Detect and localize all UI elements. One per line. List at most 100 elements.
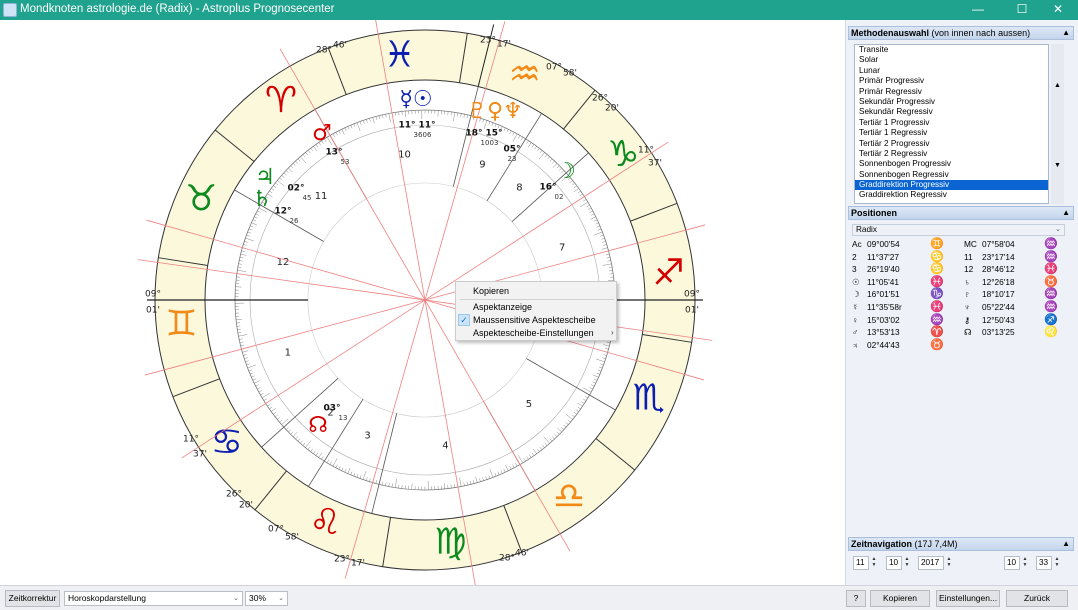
day-field[interactable]: 11	[853, 556, 869, 570]
year-field[interactable]: 2017	[918, 556, 944, 570]
cusp-minute-label: 46'	[515, 549, 529, 559]
position-value: 09°00'54	[867, 239, 900, 249]
einstellungen-button[interactable]: Einstellungen...	[936, 590, 1000, 607]
method-list-item[interactable]: Sonnenbogen Regressiv	[855, 170, 1048, 180]
kopieren-button[interactable]: Kopieren	[870, 590, 930, 607]
minute-field[interactable]: 33	[1036, 556, 1052, 570]
hour-field[interactable]: 10	[1004, 556, 1020, 570]
position-value: 16°01'51	[867, 289, 900, 300]
position-value: 12°50'43	[982, 314, 1015, 325]
position-label: ♆	[964, 302, 971, 312]
method-list-scrollbar[interactable]: ▲ ▼	[1051, 44, 1064, 204]
hour-spinner[interactable]: ▲ ▼	[1021, 556, 1029, 570]
menu-item-aspektescheibe-einstellungen[interactable]: Aspektescheibe-Einstellungen	[473, 328, 594, 338]
method-list-item[interactable]: Sekundär Progressiv	[855, 97, 1048, 107]
menu-item-aspektanzeige[interactable]: Aspektanzeige	[473, 302, 532, 312]
planet-icon: ☽	[556, 159, 576, 184]
planet-degree-label: 11°	[398, 121, 415, 131]
method-list-item[interactable]: Sonnenbogen Progressiv	[855, 159, 1048, 169]
close-button[interactable]: ✕	[1038, 0, 1078, 20]
planet-degree-label: 16°	[539, 183, 556, 193]
year-spinner[interactable]: ▲ ▼	[945, 556, 953, 570]
position-value: 07°58'04	[982, 239, 1015, 249]
day-spinner[interactable]: ▲ ▼	[870, 556, 878, 570]
cusp-degree-label: 28°	[316, 46, 332, 56]
zodiac-sign-icon: ♉	[185, 178, 217, 219]
method-list-item[interactable]: Graddirektion Regressiv	[855, 190, 1048, 200]
cusp-degree-label: 09°	[145, 290, 161, 300]
position-row: ♂ 13°53'13 ♈ ☊ 03°13'25 ♌	[850, 326, 1070, 339]
method-list-item[interactable]: Lunar	[855, 66, 1048, 76]
method-list-item[interactable]: Transite	[855, 45, 1048, 55]
cusp-degree-label: 11°	[638, 146, 654, 156]
planet-degree-label: 03°	[323, 404, 340, 414]
house-number: 11	[315, 191, 328, 202]
position-label: ☽	[852, 289, 860, 300]
position-label: ☊	[964, 327, 972, 338]
planet-degree-label: 12°	[274, 207, 291, 217]
house-number: 7	[559, 242, 565, 253]
status-bar: Zeitkorrektur Horoskopdarstellung ⌄ 30% …	[0, 585, 1078, 610]
position-label: ☿	[852, 302, 859, 312]
zodiac-sign-icon: ♒	[509, 54, 541, 95]
horoscope-chart-area[interactable]: ♓♒♑♐♏♎♍♌♋♊♉♈12345678910111209°01'09°01'2…	[0, 14, 845, 586]
planet-degree-label: 13°	[325, 148, 342, 158]
positions-select[interactable]: Radix ⌄	[852, 224, 1065, 236]
position-row: ☉ 11°05'41 ♓ ♄ 12°26'18 ♉	[850, 276, 1070, 289]
zodiac-sign-icon: ♐	[653, 252, 685, 293]
collapse-icon[interactable]: ▲	[1062, 27, 1070, 39]
cusp-minute-label: 58'	[285, 533, 299, 543]
position-row: ☿ 11°35'58r ♓ ♆ 05°22'44 ♒	[850, 301, 1070, 314]
context-menu: Kopieren Aspektanzeige ✓ Maussensitive A…	[455, 281, 617, 341]
position-label: 11	[964, 251, 973, 262]
method-panel-header[interactable]: Methodenauswahl (von innen nach aussen) …	[848, 26, 1074, 40]
horoscope-wheel[interactable]: ♓♒♑♐♏♎♍♌♋♊♉♈12345678910111209°01'09°01'2…	[0, 14, 845, 586]
collapse-icon[interactable]: ▲	[1062, 538, 1070, 550]
zodiac-sign-icon: ♌	[309, 502, 341, 543]
position-row: Ac 09°00'54 ♊ MC 07°58'04 ♒	[850, 238, 1070, 251]
minimize-button[interactable]: —	[958, 0, 998, 20]
cusp-minute-label: 17'	[497, 40, 511, 50]
method-list-item[interactable]: Primär Regressiv	[855, 87, 1048, 97]
method-list-item[interactable]: Solar	[855, 55, 1048, 65]
position-value: 23°17'14	[982, 251, 1015, 262]
month-field[interactable]: 10	[886, 556, 902, 570]
method-list-item[interactable]: Tertiär 2 Progressiv	[855, 139, 1048, 149]
time-nav-header[interactable]: Zeitnavigation (17J 7,4M) ▲	[848, 537, 1074, 551]
chevron-down-icon: ⌄	[233, 595, 239, 602]
zeitkorrektur-button[interactable]: Zeitkorrektur	[5, 590, 60, 607]
collapse-icon[interactable]: ▲	[1062, 207, 1070, 219]
zoom-select[interactable]: 30% ⌄	[245, 591, 288, 606]
menu-separator	[460, 299, 614, 300]
positions-panel-header[interactable]: Positionen ▲	[848, 206, 1074, 220]
planet-icon: ☿☉	[399, 87, 432, 112]
method-list-item[interactable]: Tertiär 1 Regressiv	[855, 128, 1048, 138]
month-spinner[interactable]: ▲ ▼	[903, 556, 911, 570]
house-number: 9	[479, 160, 485, 171]
zurueck-button[interactable]: Zurück	[1006, 590, 1068, 607]
method-list[interactable]: Transite Solar Lunar Primär Progressiv Primä…	[854, 44, 1049, 204]
method-list-item[interactable]: Tertiär 2 Regressiv	[855, 149, 1048, 159]
sign-icon: ♒	[1044, 301, 1058, 313]
sign-icon: ♐	[1044, 313, 1058, 326]
menu-item-maussensitive-aspektescheibe[interactable]: Maussensitive Aspektescheibe	[473, 315, 596, 325]
help-button[interactable]: ?	[846, 590, 866, 607]
method-list-item[interactable]: Primär Progressiv	[855, 76, 1048, 86]
view-select[interactable]: Horoskopdarstellung ⌄	[64, 591, 243, 606]
scroll-down-icon[interactable]: ▼	[1054, 162, 1061, 169]
time-nav-title: Zeitnavigation	[851, 539, 913, 549]
position-row: ☽ 16°01'51 ♑ ♇ 18°10'17 ♒	[850, 288, 1070, 301]
method-list-item[interactable]: Tertiär 1 Progressiv	[855, 118, 1048, 128]
method-list-item[interactable]: Sekundär Regressiv	[855, 107, 1048, 117]
menu-item-kopieren[interactable]: Kopieren	[473, 286, 509, 296]
maximize-button[interactable]: ☐	[1002, 0, 1042, 20]
house-number: 8	[516, 182, 522, 193]
cusp-degree-label: 28°	[499, 554, 515, 564]
sign-icon: ♋	[930, 263, 944, 276]
minute-spinner[interactable]: ▲ ▼	[1053, 556, 1061, 570]
planet-minute-label: 13	[339, 414, 348, 422]
method-list-item[interactable]: Graddirektion Progressiv	[855, 180, 1048, 191]
position-row: ♀ 15°03'02 ♒ ⚷ 12°50'43 ♐	[850, 314, 1070, 327]
positions-select-value: Radix	[856, 225, 877, 234]
scroll-up-icon[interactable]: ▲	[1054, 82, 1061, 89]
